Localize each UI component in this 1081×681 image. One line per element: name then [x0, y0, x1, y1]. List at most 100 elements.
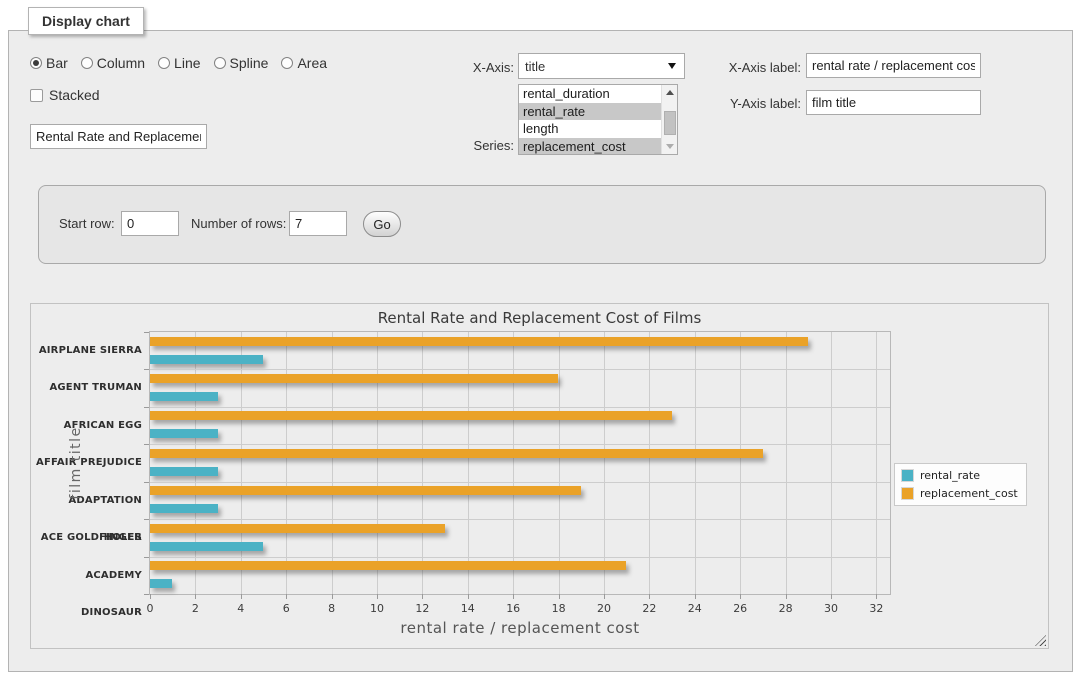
chart-type-radio-spline[interactable]: Spline [214, 55, 269, 71]
number-of-rows-input[interactable] [289, 211, 347, 236]
bar-replacement_cost [150, 449, 763, 458]
series-option-replacement_cost[interactable]: replacement_cost [519, 138, 661, 155]
arrow-down-icon [666, 144, 674, 149]
category-label: ACE GOLDFINGER [36, 519, 142, 556]
y-tick-mark [144, 594, 149, 595]
arrow-up-icon [666, 90, 674, 95]
legend-swatch-icon [901, 469, 914, 482]
y-axis-label-input[interactable] [806, 90, 981, 115]
x-tick-mark [695, 594, 696, 599]
x-tick-label: 18 [552, 602, 566, 615]
radio-label: Spline [230, 55, 269, 71]
x-axis-selected-value: title [525, 59, 668, 74]
gridline [513, 332, 514, 594]
legend-label: rental_rate [920, 469, 980, 482]
scrollbar-thumb[interactable] [664, 111, 676, 135]
x-tick-label: 16 [506, 602, 520, 615]
x-tick-mark [286, 594, 287, 599]
radio-circle-icon[interactable] [81, 57, 93, 69]
legend-swatch-icon [901, 487, 914, 500]
y-tick-mark [144, 332, 149, 333]
gridline [695, 332, 696, 594]
x-tick-label: 6 [283, 602, 290, 615]
stacked-checkbox[interactable] [30, 89, 43, 102]
chart-type-radio-area[interactable]: Area [281, 55, 327, 71]
gridline [468, 332, 469, 594]
scroll-up-button[interactable] [662, 85, 678, 100]
chart-type-radio-line[interactable]: Line [158, 55, 200, 71]
radio-label: Column [97, 55, 145, 71]
x-tick-mark [422, 594, 423, 599]
chart-type-radio-column[interactable]: Column [81, 55, 145, 71]
category-label: AFFAIR PREJUDICE [36, 444, 142, 481]
gridline [150, 482, 890, 483]
chart-container: Rental Rate and Replacement Cost of Film… [30, 303, 1049, 649]
chart-title-input[interactable] [30, 124, 207, 149]
resize-grip-icon[interactable] [1035, 635, 1046, 646]
bar-rental_rate [150, 392, 218, 401]
gridline [559, 332, 560, 594]
y-tick-mark [144, 557, 149, 558]
series-multiselect[interactable]: rental_durationrental_ratelengthreplacem… [518, 84, 678, 155]
bar-replacement_cost [150, 374, 558, 383]
gridline [195, 332, 196, 594]
fieldset-legend: Display chart [28, 7, 144, 35]
chart-type-radio-bar[interactable]: Bar [30, 55, 68, 71]
stacked-option[interactable]: Stacked [30, 87, 100, 103]
x-axis-label-label: X-Axis label: [711, 60, 801, 75]
x-tick-label: 14 [461, 602, 475, 615]
y-axis-label-label: Y-Axis label: [711, 96, 801, 111]
bar-replacement_cost [150, 337, 808, 346]
x-tick-mark [195, 594, 196, 599]
series-option-rental_duration[interactable]: rental_duration [519, 85, 661, 103]
bar-rental_rate [150, 467, 218, 476]
category-label: ACADEMY DINOSAUR [36, 557, 142, 594]
y-tick-mark [144, 444, 149, 445]
start-row-input[interactable] [121, 211, 179, 236]
number-of-rows-label: Number of rows: [191, 216, 286, 231]
radio-circle-icon[interactable] [281, 57, 293, 69]
go-button[interactable]: Go [363, 211, 401, 237]
category-label: AIRPLANE SIERRA [36, 332, 142, 369]
stacked-label: Stacked [49, 87, 100, 103]
category-label: ADAPTATION HOLES [36, 482, 142, 519]
scroll-down-button[interactable] [662, 139, 678, 154]
bar-replacement_cost [150, 411, 672, 420]
chart-x-axis-title: rental rate / replacement cost [149, 619, 891, 637]
x-tick-label: 10 [370, 602, 384, 615]
x-tick-label: 0 [147, 602, 154, 615]
legend-label: replacement_cost [920, 487, 1018, 500]
x-tick-label: 20 [597, 602, 611, 615]
chart-title: Rental Rate and Replacement Cost of Film… [31, 309, 1048, 327]
gridline [150, 557, 890, 558]
x-tick-mark [468, 594, 469, 599]
series-list-label: Series: [460, 138, 514, 153]
y-tick-mark [144, 369, 149, 370]
radio-circle-icon[interactable] [214, 57, 226, 69]
category-label: AFRICAN EGG [36, 407, 142, 444]
x-tick-label: 24 [688, 602, 702, 615]
series-option-length[interactable]: length [519, 120, 661, 138]
gridline [604, 332, 605, 594]
series-options: rental_durationrental_ratelengthreplacem… [519, 85, 661, 154]
bar-rental_rate [150, 355, 263, 364]
x-axis-label-input[interactable] [806, 53, 981, 78]
x-tick-label: 4 [237, 602, 244, 615]
chart-y-axis-title: film title [68, 426, 84, 499]
gridline [377, 332, 378, 594]
bar-rental_rate [150, 429, 218, 438]
x-tick-label: 30 [824, 602, 838, 615]
gridline [150, 369, 890, 370]
radio-circle-icon[interactable] [30, 57, 42, 69]
x-tick-label: 8 [328, 602, 335, 615]
x-tick-mark [513, 594, 514, 599]
series-option-rental_rate[interactable]: rental_rate [519, 103, 661, 121]
x-tick-label: 32 [869, 602, 883, 615]
x-axis-select[interactable]: title [518, 53, 685, 79]
x-tick-label: 28 [779, 602, 793, 615]
gridline [649, 332, 650, 594]
series-scrollbar[interactable] [661, 85, 677, 154]
category-label: AGENT TRUMAN [36, 369, 142, 406]
radio-circle-icon[interactable] [158, 57, 170, 69]
gridline [332, 332, 333, 594]
